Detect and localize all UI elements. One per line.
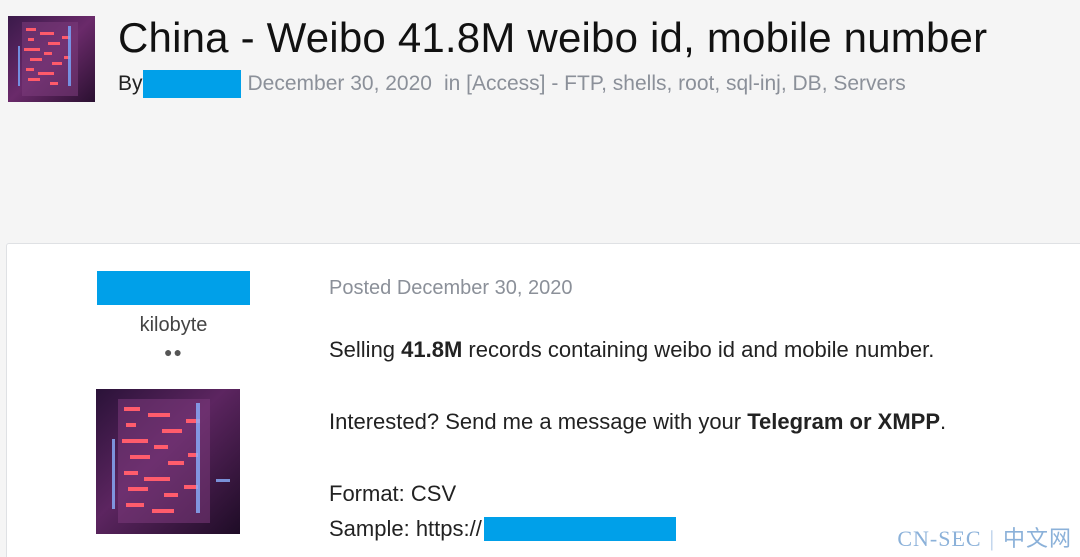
by-label: By <box>118 72 143 95</box>
text: records containing weibo id and mobile n… <box>462 337 935 362</box>
forum-link[interactable]: in [Access] - FTP, shells, root, sql-inj… <box>444 72 906 96</box>
watermark-right: 中文网 <box>1002 526 1072 551</box>
topic-date: December 30, 2020 <box>247 72 432 95</box>
sample-label: Sample: https:// <box>329 516 482 541</box>
watermark: CN-SEC | 中文网 <box>897 521 1072 553</box>
watermark-separator: | <box>989 526 995 551</box>
post-paragraph-sample: Sample: https:// <box>329 516 676 542</box>
watermark-left: CN-SEC <box>897 526 982 551</box>
redacted-sample-link[interactable] <box>483 517 676 541</box>
reputation-dots-icon: ●● <box>164 344 183 360</box>
post-body: Posted December 30, 2020 Selling 41.8M r… <box>329 244 1069 557</box>
redacted-author-name[interactable] <box>142 70 241 98</box>
author-column: kilobyte ●● <box>7 244 327 557</box>
page: China - Weibo 41.8M weibo id, mobile num… <box>0 0 1080 557</box>
topic-meta: By December 30, 2020 in [Access] - FTP, … <box>118 70 906 98</box>
posted-date: Posted December 30, 2020 <box>329 277 573 299</box>
text: Selling <box>329 337 402 362</box>
redacted-username[interactable] <box>97 271 250 305</box>
post-paragraph-selling: Selling 41.8M records containing weibo i… <box>329 337 934 363</box>
page-title: China - Weibo 41.8M weibo id, mobile num… <box>118 14 988 61</box>
bold-text: 41.8M <box>401 337 463 362</box>
author-avatar-large[interactable] <box>96 389 240 534</box>
post-paragraph-format: Format: CSV <box>329 481 457 506</box>
topic-header: China - Weibo 41.8M weibo id, mobile num… <box>0 0 1080 240</box>
avatar-image <box>96 389 240 534</box>
author-avatar-small[interactable] <box>8 16 95 102</box>
author-rank: kilobyte <box>139 314 208 336</box>
post-card: kilobyte ●● Posted December 30, 2020 Sel… <box>6 243 1080 557</box>
bold-text: Telegram or XMPP <box>747 409 940 434</box>
avatar-image <box>8 16 95 102</box>
text: . <box>940 409 947 434</box>
text: Interested? Send me a message with your <box>329 409 748 434</box>
post-paragraph-contact: Interested? Send me a message with your … <box>329 409 946 435</box>
